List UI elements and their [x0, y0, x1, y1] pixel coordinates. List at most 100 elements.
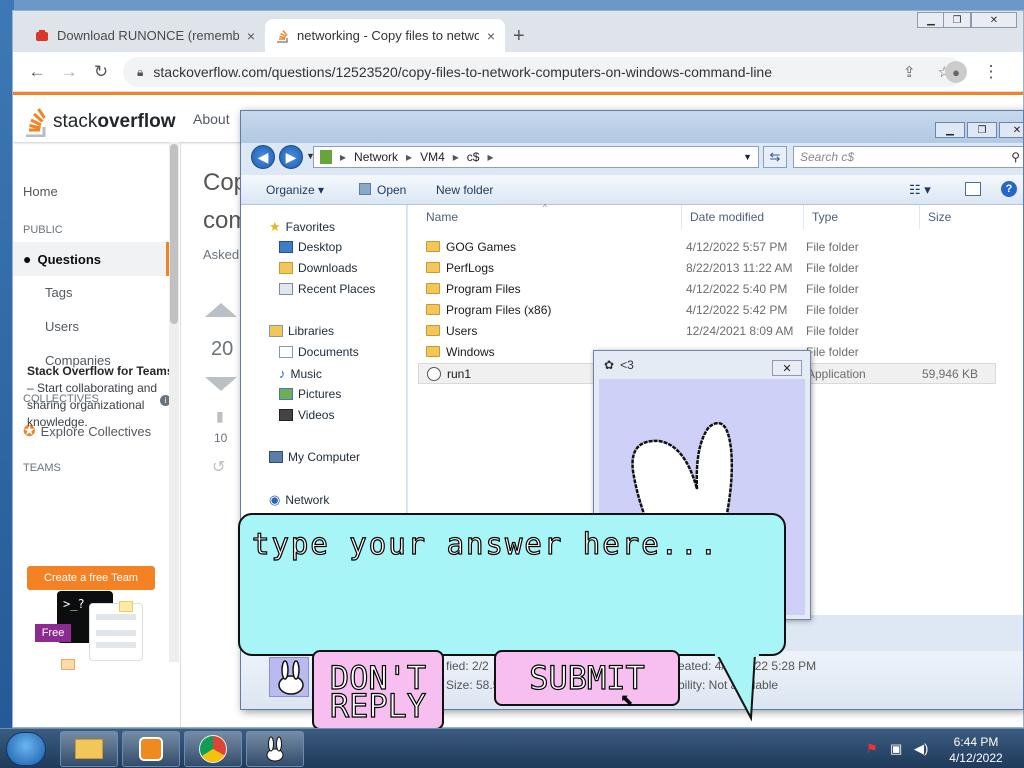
- table-row[interactable]: GOG Games 4/12/2022 5:57 PM File folder: [408, 237, 1023, 258]
- explorer-address-bar[interactable]: ▸ Network ▸ VM4 ▸ c$ ▸ ▼: [313, 146, 759, 168]
- help-icon[interactable]: ?: [1001, 181, 1017, 197]
- history-icon[interactable]: ↺: [212, 457, 225, 477]
- new-tab-button[interactable]: +: [513, 25, 525, 48]
- taskbar-clock[interactable]: 6:44 PM 4/12/2022: [936, 734, 1016, 766]
- organize-button[interactable]: Organize ▾: [266, 183, 324, 197]
- sidebar-item-users[interactable]: Users: [45, 319, 79, 334]
- tab-networking[interactable]: networking - Copy files to netwo ×: [265, 19, 505, 52]
- maximize-button[interactable]: ❐: [943, 12, 971, 28]
- close-button[interactable]: ✕: [772, 360, 802, 376]
- answer-placeholder[interactable]: type your answer here...: [251, 526, 719, 561]
- nav-network[interactable]: ◉ Network: [269, 492, 329, 508]
- sidebar-heading-teams: TEAMS: [23, 462, 61, 474]
- nav-videos[interactable]: Videos: [279, 408, 334, 422]
- row-date: 4/12/2022 5:42 PM: [686, 303, 788, 317]
- nav-favorites[interactable]: ★ Favorites: [269, 219, 335, 235]
- libraries-icon: [269, 325, 283, 337]
- teams-description: – Start collaborating and sharing organi…: [27, 381, 158, 429]
- dont-reply-button[interactable]: DON'T REPLY: [312, 650, 444, 730]
- sort-indicator-icon: ^: [543, 203, 547, 212]
- videos-icon: [279, 409, 293, 421]
- answer-bubble[interactable]: type your answer here...: [238, 513, 786, 656]
- command-bar: Organize ▾ Open New folder ☷ ▾ ?: [241, 175, 1023, 205]
- profile-icon[interactable]: ●: [945, 61, 967, 83]
- minimize-button[interactable]: ▁: [917, 12, 945, 28]
- sidebar-heading-public: PUBLIC: [23, 224, 63, 236]
- new-folder-button[interactable]: New folder: [436, 183, 493, 197]
- taskbar-chrome[interactable]: [184, 731, 242, 767]
- globe-icon: ●: [23, 251, 32, 267]
- sidebar-item-questions[interactable]: ● Questions: [13, 242, 169, 276]
- row-name: Windows: [446, 345, 495, 359]
- breadcrumb-network[interactable]: Network: [354, 150, 398, 164]
- bookmark-count: 10: [214, 431, 228, 445]
- bunny-icon: ✿: [604, 358, 615, 372]
- forward-icon[interactable]: →: [57, 60, 81, 84]
- minimize-button[interactable]: ▁: [935, 122, 965, 138]
- nav-desktop[interactable]: Desktop: [279, 240, 342, 254]
- nav-pictures[interactable]: Pictures: [279, 387, 341, 401]
- close-button[interactable]: ✕: [971, 12, 1017, 28]
- volume-icon[interactable]: ◀): [914, 741, 928, 757]
- maximize-button[interactable]: ❐: [967, 122, 997, 138]
- nav-recent-places[interactable]: Recent Places: [279, 282, 375, 296]
- tab-close-icon[interactable]: ×: [487, 28, 495, 44]
- forward-icon[interactable]: ▶: [279, 145, 303, 169]
- submit-button[interactable]: SUBMIT: [494, 650, 680, 706]
- view-options-icon[interactable]: ☷ ▾: [909, 182, 931, 198]
- nav-documents[interactable]: Documents: [279, 345, 359, 359]
- taskbar-media-player[interactable]: [122, 731, 180, 767]
- tab-runonce[interactable]: Download RUNONCE (remember ×: [25, 19, 265, 52]
- sidebar-item-tags[interactable]: Tags: [45, 285, 72, 300]
- about-link[interactable]: About: [193, 111, 230, 127]
- column-header-name[interactable]: Name: [418, 205, 682, 229]
- music-icon: ♪: [279, 366, 286, 381]
- breadcrumb-vm4[interactable]: VM4: [420, 150, 445, 164]
- table-row[interactable]: Program Files 4/12/2022 5:40 PM File fol…: [408, 279, 1023, 300]
- network-tray-icon[interactable]: ▣: [890, 741, 902, 757]
- table-row[interactable]: Users 12/24/2021 8:09 AM File folder: [408, 321, 1023, 342]
- nav-libraries[interactable]: Libraries: [269, 324, 334, 338]
- reload-icon[interactable]: ↻: [89, 60, 113, 84]
- sidebar-item-home[interactable]: Home: [23, 184, 58, 199]
- downvote-icon[interactable]: [205, 377, 237, 391]
- sidebar-scrollbar[interactable]: [169, 142, 179, 662]
- preview-pane-icon[interactable]: [965, 182, 981, 196]
- breadcrumb-cshare[interactable]: c$: [467, 150, 480, 164]
- taskbar-bunny-app[interactable]: [246, 731, 304, 767]
- tab-close-icon[interactable]: ×: [247, 28, 255, 44]
- nav-label: Music: [290, 366, 322, 381]
- close-button[interactable]: ✕: [999, 122, 1023, 138]
- nav-downloads[interactable]: Downloads: [279, 261, 357, 275]
- row-date: 4/12/2022 5:40 PM: [686, 282, 788, 296]
- so-logo[interactable]: stack overflow: [23, 107, 175, 137]
- open-button[interactable]: Open: [377, 183, 406, 197]
- address-dropdown-icon[interactable]: ▼: [743, 152, 752, 162]
- nav-music[interactable]: ♪ Music: [279, 366, 322, 381]
- column-header-type[interactable]: Type: [804, 205, 920, 229]
- start-button-icon[interactable]: [6, 732, 46, 766]
- search-input[interactable]: Search c$ ⚲: [793, 146, 1023, 168]
- open-icon: [359, 183, 371, 195]
- address-bar[interactable]: 🔒︎ stackoverflow.com/questions/12523520/…: [123, 57, 963, 87]
- explorer-titlebar[interactable]: [241, 111, 1023, 143]
- back-icon[interactable]: ◀: [251, 145, 275, 169]
- folder-icon: [426, 325, 440, 336]
- column-header-date[interactable]: Date modified: [682, 205, 804, 229]
- upvote-icon[interactable]: [205, 303, 237, 317]
- taskbar-explorer[interactable]: [60, 731, 118, 767]
- menu-icon[interactable]: ⋮: [979, 60, 1003, 84]
- refresh-icon[interactable]: ⇆: [763, 146, 787, 168]
- create-team-button[interactable]: Create a free Team: [27, 566, 155, 590]
- back-icon[interactable]: ←: [25, 60, 49, 84]
- share-icon[interactable]: ⇪: [903, 63, 916, 81]
- bookmark-icon[interactable]: ▮: [216, 408, 224, 425]
- details-modified: fied: 2/2: [446, 659, 489, 673]
- nav-my-computer[interactable]: My Computer: [269, 450, 360, 464]
- action-center-icon[interactable]: ⚑: [866, 741, 878, 757]
- table-row[interactable]: PerfLogs 8/22/2013 11:22 AM File folder: [408, 258, 1023, 279]
- table-row[interactable]: Program Files (x86) 4/12/2022 5:42 PM Fi…: [408, 300, 1023, 321]
- column-header-size[interactable]: Size: [920, 205, 1023, 229]
- nav-label: Videos: [298, 408, 335, 422]
- row-type: Application: [807, 367, 866, 381]
